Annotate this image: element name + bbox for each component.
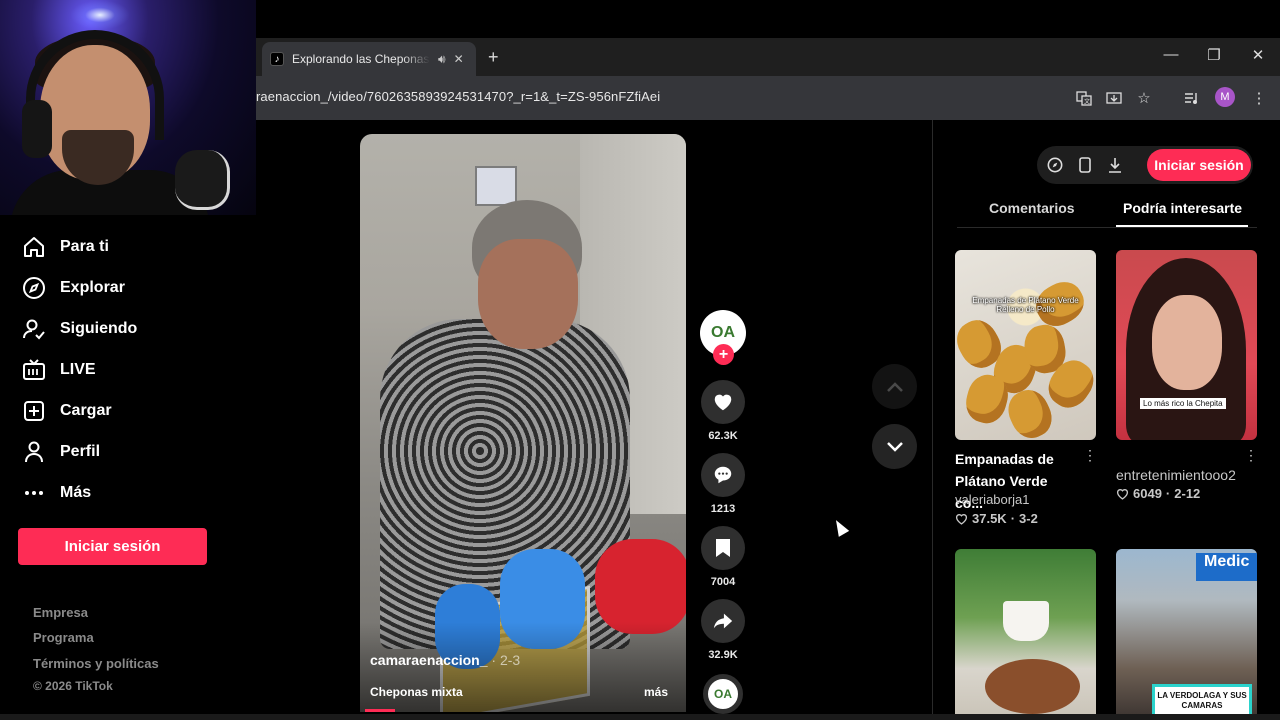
sidebar-item-label: Explorar (60, 279, 125, 296)
translate-icon[interactable]: 文 (1073, 87, 1095, 109)
video-card-thumbnail[interactable] (955, 549, 1096, 720)
sidebar-item-label: Para ti (60, 238, 109, 255)
mouse-cursor (830, 517, 850, 537)
card-menu-icon[interactable]: ⋮ (1083, 447, 1097, 464)
follow-button[interactable]: + (713, 344, 734, 365)
thumbnail-sign: Medic (1196, 553, 1257, 581)
previous-video-button[interactable] (872, 364, 917, 409)
comment-count: 1213 (710, 503, 736, 515)
video-username[interactable]: camaraenaccion_ · 2-3 (370, 652, 520, 668)
video-card-user[interactable]: valeriaborja1 (955, 492, 1029, 507)
speaker-icon[interactable]: 🔊︎ (438, 52, 446, 67)
sidebar-item-cargar[interactable]: Cargar (22, 396, 112, 426)
media-controls-icon[interactable] (1180, 87, 1202, 109)
heart-outline-icon (955, 513, 968, 525)
sidebar-item-label: LIVE (60, 361, 96, 378)
browser-tab-bar: ♪ Explorando las Cheponas M 🔊︎ ✕ + — ❐ ✕ (256, 38, 1280, 76)
video-card-thumbnail[interactable]: Medic LA VERDOLAGA Y SUS CAMARAS (1116, 549, 1257, 720)
home-icon (22, 235, 46, 259)
sidebar-item-label: Cargar (60, 402, 112, 419)
bookmark-icon (716, 539, 730, 557)
bookmark-star-icon[interactable]: ☆ (1133, 87, 1155, 109)
thumbnail-caption: Lo más rico la Chepita (1140, 398, 1226, 409)
active-tab-indicator (1116, 225, 1248, 227)
video-card-user[interactable]: entretenimientooo2 (1116, 467, 1236, 483)
tab-close-icon[interactable]: ✕ (454, 52, 464, 66)
login-button[interactable]: Iniciar sesión (18, 528, 207, 565)
share-count: 32.9K (708, 649, 738, 661)
following-icon (22, 317, 46, 341)
like-button[interactable]: 62.3K (700, 380, 746, 442)
browser-tab[interactable]: ♪ Explorando las Cheponas M 🔊︎ ✕ (262, 42, 476, 76)
tab-podria-interesarte[interactable]: Podría interesarte (1123, 200, 1242, 216)
sidebar-item-label: Perfil (60, 443, 101, 460)
tabs-divider (957, 227, 1257, 228)
restore-button[interactable]: ❐ (1204, 46, 1224, 64)
chevron-down-icon (886, 441, 903, 452)
thumbnail-caption: Empanadas de Plátano Verde Relleno de Po… (972, 296, 1079, 314)
sidebar: Para ti Explorar Siguiendo LIVE Cargar P… (0, 215, 256, 720)
address-bar: raenaccion_/video/7602635893924531470?_r… (256, 76, 1280, 120)
music-disc[interactable]: OA (703, 674, 743, 714)
live-tv-icon (22, 358, 46, 382)
video-card-thumbnail[interactable]: Lo más rico la Chepita (1116, 250, 1257, 440)
thumbnail-caption: LA VERDOLAGA Y SUS CAMARAS (1152, 684, 1252, 718)
close-window-button[interactable]: ✕ (1248, 46, 1268, 64)
chevron-up-icon (886, 381, 903, 392)
comment-icon (714, 466, 732, 484)
video-caption: Cheponas mixta (370, 685, 463, 699)
minimize-button[interactable]: — (1161, 46, 1181, 63)
tab-title: Explorando las Cheponas M (292, 52, 430, 66)
heart-outline-icon (1116, 488, 1129, 500)
screen: ♪ Explorando las Cheponas M 🔊︎ ✕ + — ❐ ✕… (0, 0, 1280, 720)
url-field[interactable]: raenaccion_/video/7602635893924531470?_r… (256, 89, 660, 104)
phone-icon[interactable] (1075, 155, 1095, 175)
sidebar-item-explorar[interactable]: Explorar (22, 273, 125, 303)
svg-text:文: 文 (1084, 98, 1090, 106)
webcam-overlay (0, 0, 256, 215)
share-icon (713, 613, 733, 629)
heart-icon (714, 394, 732, 411)
footer-link-empresa[interactable]: Empresa (33, 605, 88, 620)
save-count: 7004 (710, 576, 736, 588)
login-button-header[interactable]: Iniciar sesión (1147, 149, 1251, 181)
sidebar-item-perfil[interactable]: Perfil (22, 437, 100, 467)
microphone (175, 150, 230, 210)
comment-button[interactable]: 1213 (700, 453, 746, 515)
save-button[interactable]: 7004 (700, 526, 746, 588)
video-card-meta: 6049 · 2-12 (1116, 486, 1200, 501)
sidebar-item-mas[interactable]: Más (22, 478, 91, 508)
sidebar-item-siguiendo[interactable]: Siguiendo (22, 314, 137, 344)
bottom-edge (0, 714, 1280, 720)
footer-link-terminos[interactable]: Términos y políticas (33, 656, 159, 671)
share-button[interactable]: 32.9K (700, 599, 746, 661)
sidebar-item-label: Más (60, 484, 92, 501)
upload-icon (22, 399, 46, 423)
compass-icon (22, 276, 46, 300)
more-link[interactable]: más (644, 685, 668, 699)
sidebar-item-live[interactable]: LIVE (22, 355, 96, 385)
like-count: 62.3K (708, 430, 738, 442)
more-dots-icon (22, 481, 46, 505)
footer-link-programa[interactable]: Programa (33, 630, 94, 645)
tab-comentarios[interactable]: Comentarios (989, 200, 1075, 216)
compass-icon[interactable] (1045, 155, 1065, 175)
tiktok-favicon-icon: ♪ (270, 52, 284, 66)
video-card-thumbnail[interactable]: Empanadas de Plátano Verde Relleno de Po… (955, 250, 1096, 440)
new-tab-button[interactable]: + (488, 47, 499, 68)
sidebar-item-para-ti[interactable]: Para ti (22, 232, 109, 262)
card-menu-icon[interactable]: ⋮ (1244, 447, 1258, 464)
download-icon[interactable] (1105, 155, 1125, 175)
profile-icon (22, 440, 46, 464)
video-player[interactable]: camaraenaccion_ · 2-3 Cheponas mixta más (360, 134, 686, 712)
profile-avatar[interactable]: M (1215, 87, 1235, 107)
sidebar-item-label: Siguiendo (60, 320, 138, 337)
copyright: © 2026 TikTok (33, 679, 113, 693)
install-app-icon[interactable] (1103, 87, 1125, 109)
top-toolbar: Iniciar sesión (1037, 146, 1253, 184)
next-video-button[interactable] (872, 424, 917, 469)
video-progress-bar[interactable] (365, 709, 395, 712)
browser-menu-icon[interactable]: ⋮ (1248, 87, 1270, 109)
video-card-meta: 37.5K · 3-2 (955, 511, 1038, 526)
